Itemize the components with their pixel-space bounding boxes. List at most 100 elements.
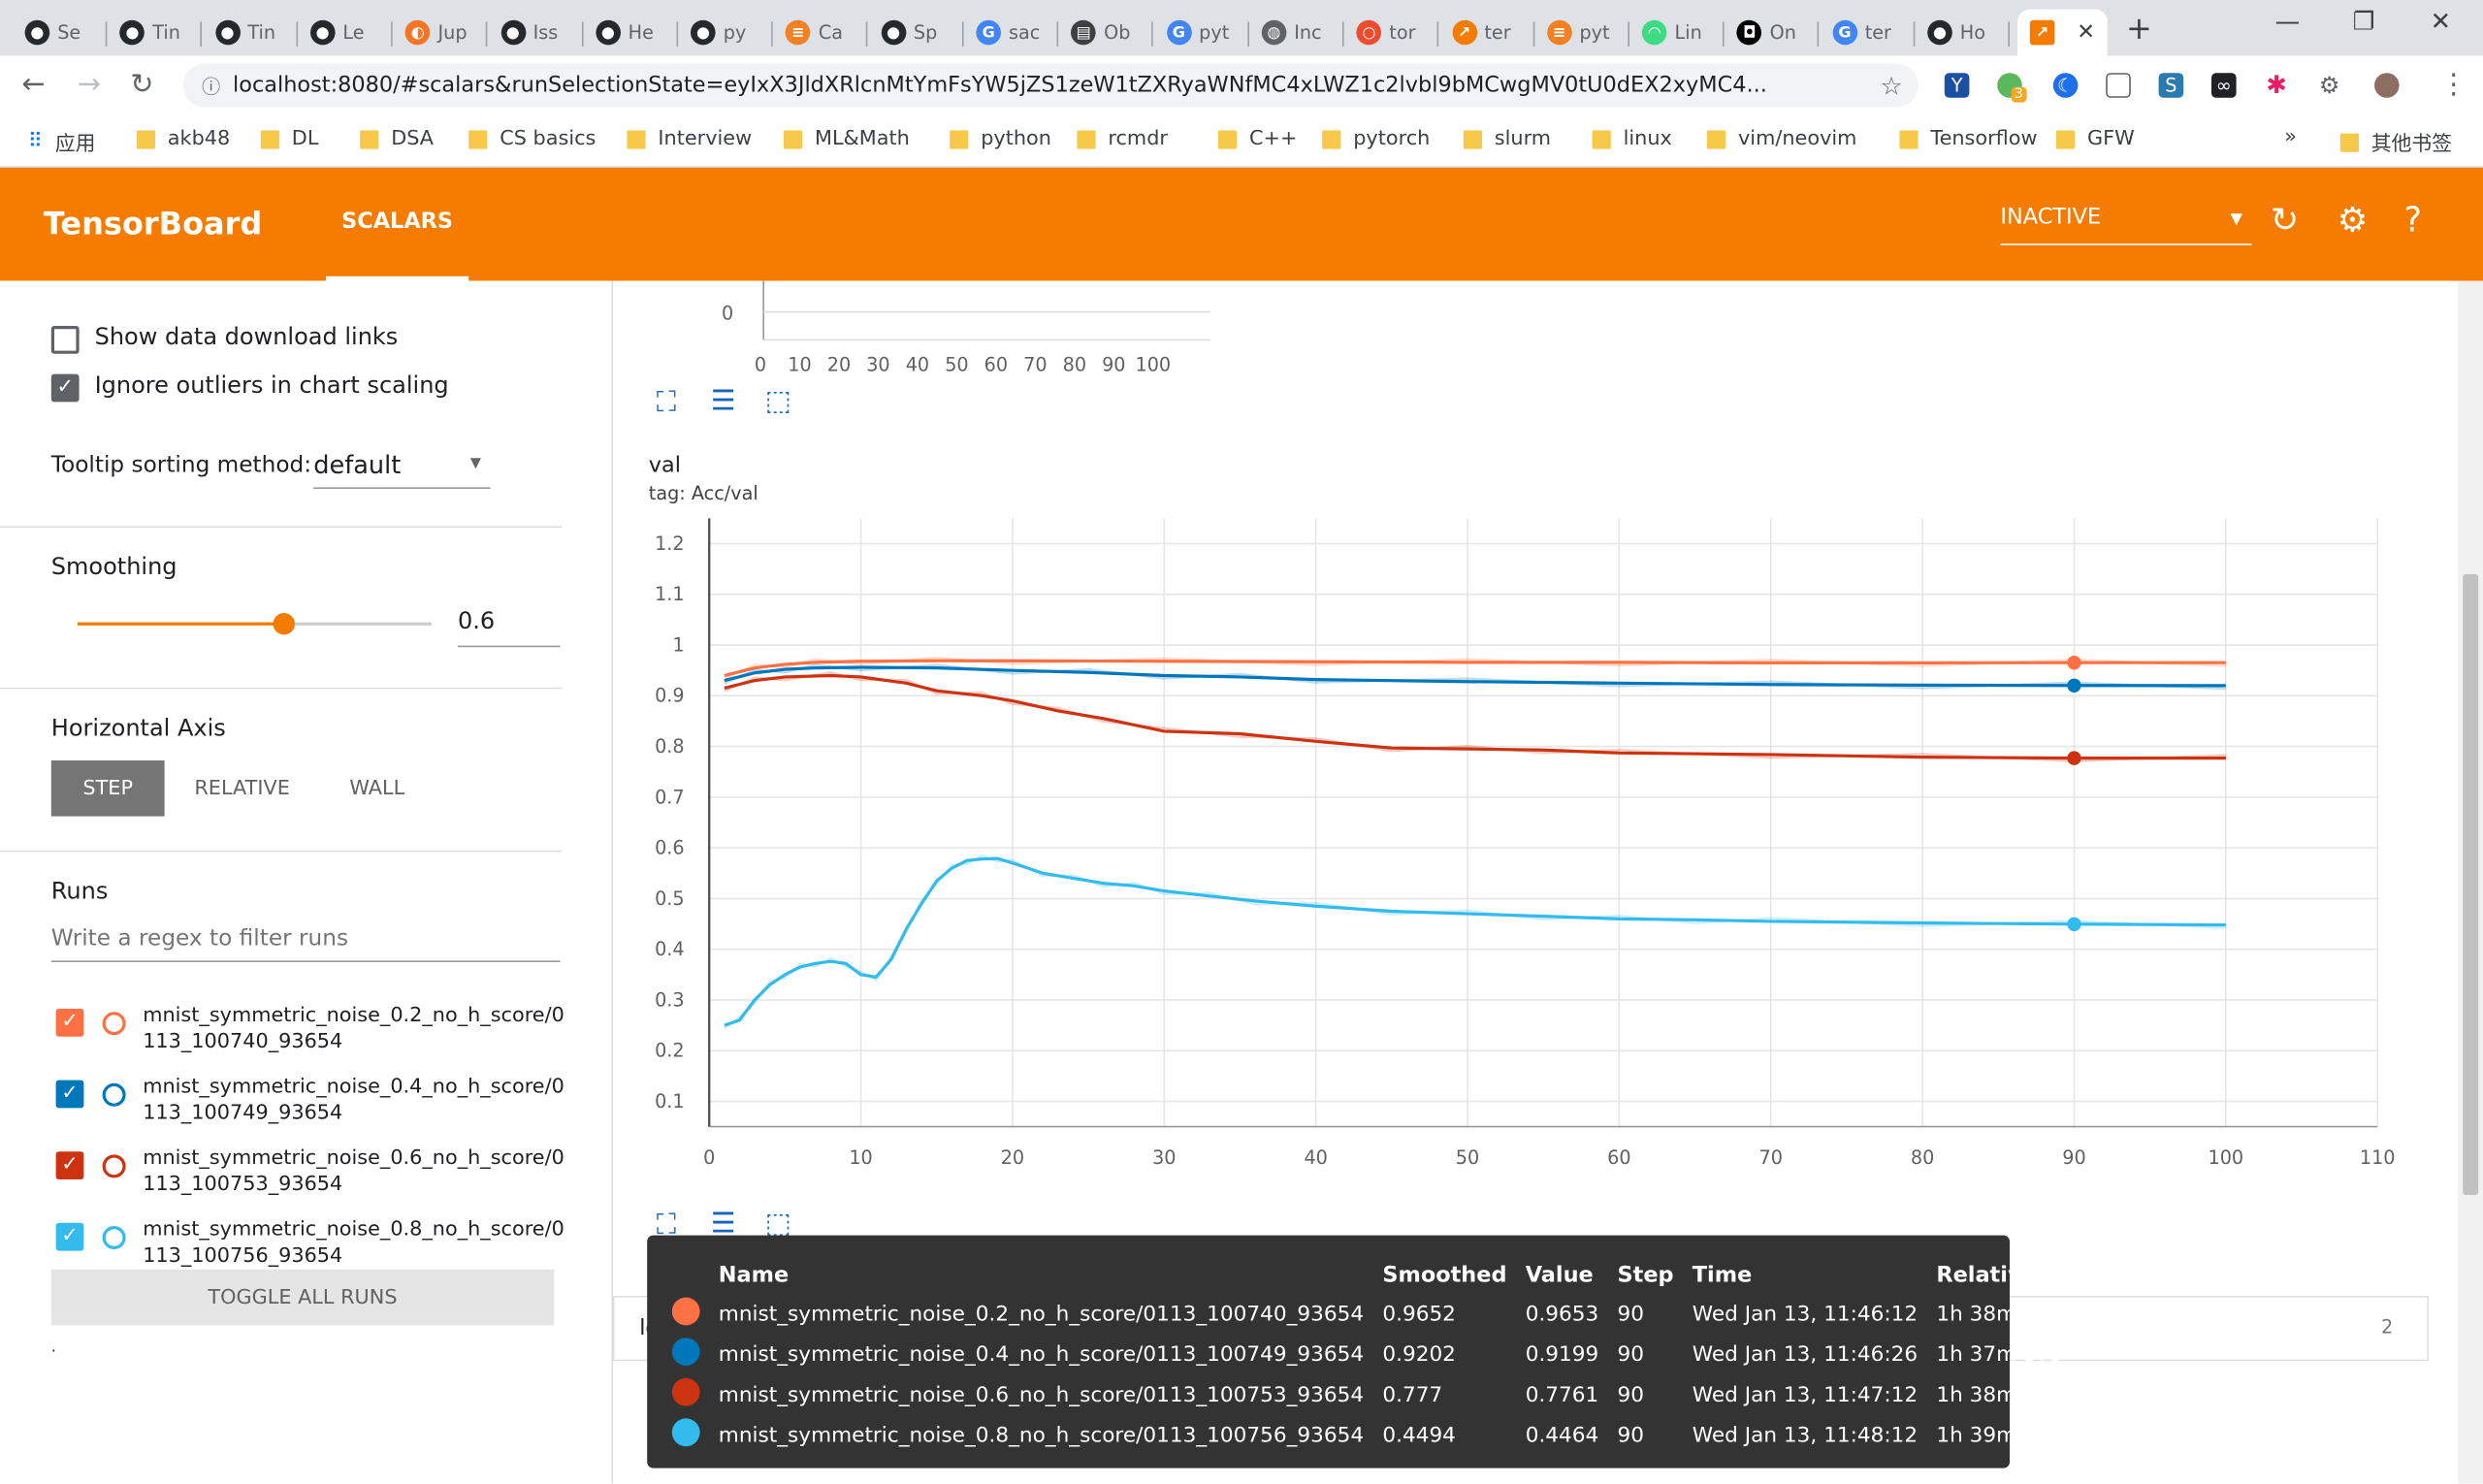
- bookmark-folder[interactable]: GFW: [2056, 127, 2135, 150]
- refresh-icon[interactable]: ↻: [2271, 202, 2300, 241]
- extensions-puzzle-icon[interactable]: ⚙: [2316, 73, 2342, 98]
- browser-tab[interactable]: ● He: [583, 10, 678, 56]
- slider-knob[interactable]: [273, 613, 295, 635]
- bookmark-folder[interactable]: Interview: [627, 127, 752, 150]
- bookmark-star-icon[interactable]: ☆: [1881, 71, 1903, 100]
- bookmark-folder[interactable]: python: [950, 127, 1051, 150]
- browser-tab[interactable]: ≡ Ca: [773, 10, 869, 56]
- browser-tab[interactable]: ● Ho: [1915, 10, 2010, 56]
- show-download-checkbox[interactable]: [50, 326, 80, 354]
- info-icon[interactable]: ⓘ: [202, 72, 220, 98]
- browser-tab[interactable]: ◍ Inc: [1249, 10, 1344, 56]
- ignore-outliers-checkbox[interactable]: ✓: [50, 373, 80, 403]
- bookmark-folder[interactable]: DL: [260, 127, 318, 150]
- back-icon[interactable]: ←: [21, 68, 45, 101]
- bookmark-folder[interactable]: akb48: [136, 127, 230, 150]
- y-tick-label: 0.3: [655, 988, 685, 1011]
- smoothing-input[interactable]: 0.6: [458, 607, 561, 648]
- bookmark-folder[interactable]: vim/neovim: [1707, 127, 1856, 150]
- browser-tab[interactable]: Gsac: [964, 10, 1059, 56]
- run-item[interactable]: ✓ mnist_symmetric_noise_0.6_no_h_score/0 1…: [55, 1145, 568, 1208]
- run-item[interactable]: ✓ mnist_symmetric_noise_0.4_no_h_score/0 1…: [55, 1074, 568, 1136]
- extension-moon-icon[interactable]: ☾: [2052, 73, 2079, 98]
- toggle-all-runs-button[interactable]: TOGGLE ALL RUNS: [50, 1269, 555, 1326]
- browser-tab[interactable]: ◠ Lin: [1629, 10, 1725, 56]
- close-tab-icon[interactable]: ✕: [2077, 20, 2095, 46]
- menu-kebab-icon[interactable]: ⋮: [2439, 68, 2467, 101]
- bookmark-folder[interactable]: rcmdr: [1077, 127, 1168, 150]
- bookmark-folder[interactable]: slurm: [1463, 127, 1551, 150]
- new-tab-button[interactable]: +: [2126, 10, 2152, 47]
- browser-tab[interactable]: ● Sp: [869, 10, 964, 56]
- smoothing-slider[interactable]: [78, 613, 432, 635]
- profile-avatar[interactable]: [2374, 73, 2400, 98]
- inactive-plugins-dropdown[interactable]: INACTIVE ▼: [2000, 205, 2252, 245]
- run-checkbox[interactable]: ✓: [55, 1151, 84, 1179]
- run-item[interactable]: ✓ mnist_symmetric_noise_0.2_no_h_score/0 1…: [55, 1003, 568, 1065]
- bookmark-folder[interactable]: C++: [1218, 127, 1297, 150]
- bookmark-folder[interactable]: DSA: [360, 127, 434, 150]
- bookmark-folder[interactable]: pytorch: [1322, 127, 1430, 150]
- browser-tab[interactable]: ○ tor: [1344, 10, 1439, 56]
- haxis-step-button[interactable]: STEP: [50, 760, 165, 817]
- tab-label: Inc: [1294, 21, 1322, 44]
- bookmark-folder[interactable]: CS basics: [468, 127, 596, 150]
- bookmark-other[interactable]: 其他书签: [2339, 127, 2452, 157]
- folder-icon: [1218, 129, 1238, 148]
- bookmarks-more-icon[interactable]: »: [2284, 126, 2297, 149]
- browser-tab[interactable]: ↗ ter: [1439, 10, 1534, 56]
- bookmark-apps[interactable]: ⠿ 应用: [28, 127, 96, 156]
- help-icon[interactable]: ?: [2403, 202, 2422, 241]
- run-color-radio[interactable]: [102, 1154, 126, 1178]
- run-color-radio[interactable]: [102, 1226, 126, 1249]
- extension-star-icon[interactable]: ✱: [2264, 72, 2289, 98]
- close-window-icon[interactable]: ✕: [2431, 6, 2451, 35]
- settings-gear-icon[interactable]: ⚙: [2338, 202, 2369, 241]
- haxis-wall-button[interactable]: WALL: [323, 760, 432, 817]
- series-line[interactable]: [724, 665, 2226, 688]
- forward-icon[interactable]: →: [78, 68, 101, 101]
- accuracy-val-chart[interactable]: 0.1 0.2 0.3 0.4 0.5 0.6 0.7 0.8 0.9 1 1.1 1.2 0 10 20 3…: [613, 506, 2429, 1220]
- browser-tab[interactable]: ◐ Jup: [393, 10, 488, 56]
- bookmark-folder[interactable]: ML&Math: [784, 127, 910, 150]
- browser-tab[interactable]: ● Iss: [488, 10, 583, 56]
- scrollbar-thumb[interactable]: [2463, 574, 2479, 1195]
- fullscreen-icon[interactable]: ⛶: [657, 386, 676, 419]
- bookmark-folder[interactable]: linux: [1592, 127, 1672, 150]
- toggle-log-scale-icon[interactable]: ☰: [711, 385, 736, 418]
- minimize-icon[interactable]: —: [2275, 6, 2301, 35]
- address-bar[interactable]: ⓘ localhost:8080/#scalars&runSelectionSt…: [182, 63, 1919, 108]
- run-name-line: 113_100740_93654: [143, 1030, 343, 1054]
- tab-label: Tin: [247, 21, 275, 44]
- browser-tab[interactable]: Gter: [1820, 10, 1915, 56]
- haxis-relative-button[interactable]: RELATIVE: [180, 760, 305, 817]
- browser-tab[interactable]: ● Se: [13, 10, 108, 56]
- fit-domain-icon[interactable]: ⬚: [765, 385, 791, 418]
- browser-tab[interactable]: ● Tin: [203, 10, 298, 56]
- reload-icon[interactable]: ↻: [130, 68, 153, 101]
- browser-tab[interactable]: Gpyt: [1154, 10, 1249, 56]
- browser-tab[interactable]: ● py: [678, 10, 773, 56]
- tab-scalars[interactable]: SCALARS: [326, 168, 469, 281]
- run-color-radio[interactable]: [102, 1082, 126, 1107]
- browser-tab[interactable]: ▤ Ob: [1059, 10, 1154, 56]
- extension-glasses-icon[interactable]: ∞: [2211, 73, 2237, 98]
- extension-doc-icon[interactable]: [2106, 73, 2131, 98]
- extension-s-icon[interactable]: S: [2158, 73, 2184, 98]
- run-color-radio[interactable]: [102, 1012, 126, 1036]
- browser-tab[interactable]: ● Tin: [108, 10, 203, 56]
- bookmark-folder[interactable]: Tensorflow: [1899, 127, 2038, 150]
- browser-tab[interactable]: ◘ On: [1725, 10, 1820, 56]
- tab-tensorboard-active[interactable]: ↗ ✕: [2017, 9, 2108, 56]
- runs-filter-input[interactable]: Write a regex to filter runs: [50, 920, 561, 962]
- browser-tab[interactable]: ● Le: [298, 10, 393, 56]
- tooltip-sort-select[interactable]: default ▼: [313, 442, 491, 489]
- browser-tab[interactable]: ≡ pyt: [1534, 10, 1629, 56]
- github-icon: ●: [214, 19, 241, 46]
- tooltip-time: Wed Jan 13, 11:46:26: [1692, 1342, 1919, 1368]
- run-checkbox[interactable]: ✓: [55, 1009, 84, 1037]
- run-checkbox[interactable]: ✓: [55, 1080, 84, 1109]
- run-checkbox[interactable]: ✓: [55, 1222, 84, 1251]
- extension-y-icon[interactable]: Y: [1944, 73, 1970, 98]
- maximize-icon[interactable]: ❐: [2353, 6, 2375, 35]
